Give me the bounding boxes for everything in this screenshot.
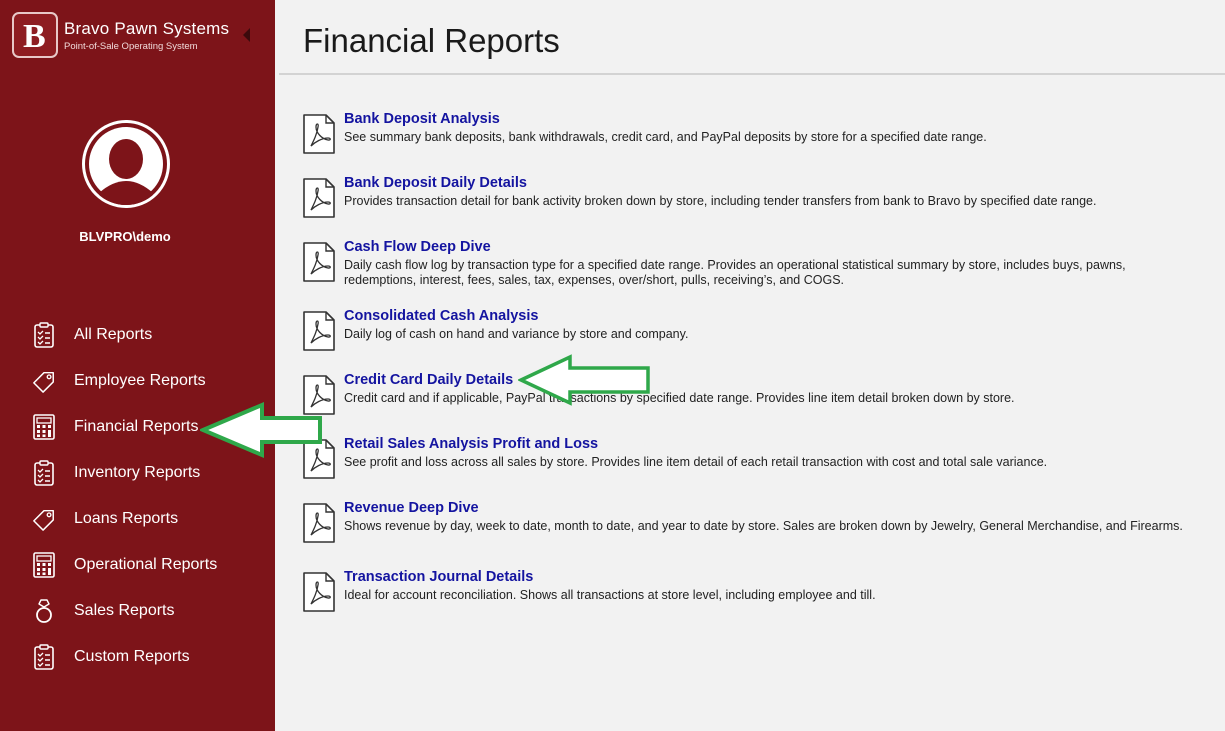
sidebar-nav: All Reports Employee Reports Financial R… [0, 312, 275, 680]
report-description: See profit and loss across all sales by … [344, 455, 1048, 469]
sidebar-item-all-reports[interactable]: All Reports [0, 312, 275, 358]
pdf-file-icon[interactable] [303, 178, 335, 218]
brand-name: Bravo Pawn Systems [64, 18, 230, 38]
report-link-retail-sales-analysis[interactable]: Retail Sales Analysis Profit and Loss [344, 436, 598, 452]
pdf-file-icon[interactable] [303, 503, 335, 543]
main-content: Financial Reports Bank Deposit Analysis … [275, 0, 1225, 731]
pdf-file-icon[interactable] [303, 114, 335, 154]
sidebar-item-label: Employee Reports [74, 372, 206, 389]
page-title: Financial Reports [303, 22, 560, 59]
sidebar-item-employee-reports[interactable]: Employee Reports [0, 358, 275, 404]
sidebar-item-label: Inventory Reports [74, 464, 201, 481]
sidebar: B Bravo Pawn Systems Point-of-Sale Opera… [0, 0, 275, 731]
report-description: Daily cash flow log by transaction type … [344, 258, 1126, 287]
username: BLVPRO\demo [79, 229, 171, 244]
report-description: Credit card and if applicable, PayPal tr… [344, 391, 1015, 405]
report-link-consolidated-cash-analysis[interactable]: Consolidated Cash Analysis [344, 308, 538, 324]
brand[interactable]: B Bravo Pawn Systems Point-of-Sale Opera… [12, 12, 229, 58]
user-silhouette-icon [89, 127, 163, 205]
calculator-icon [32, 552, 56, 578]
brand-subtitle: Point-of-Sale Operating System [64, 40, 198, 52]
clipboard-list-icon [32, 460, 56, 486]
sidebar-item-sales-reports[interactable]: Sales Reports [0, 588, 275, 634]
brand-logo: B [12, 12, 58, 58]
report-link-bank-deposit-daily-details[interactable]: Bank Deposit Daily Details [344, 175, 527, 191]
sidebar-item-loans-reports[interactable]: Loans Reports [0, 496, 275, 542]
annotation-arrow-icon [518, 354, 650, 406]
pdf-file-icon[interactable] [303, 572, 335, 612]
b-logo-icon: B [23, 18, 46, 52]
report-description: Shows revenue by day, week to date, mont… [344, 519, 1183, 533]
report-link-bank-deposit-analysis[interactable]: Bank Deposit Analysis [344, 111, 500, 127]
avatar[interactable] [82, 120, 170, 208]
sidebar-item-label: Sales Reports [74, 602, 175, 619]
pdf-file-icon[interactable] [303, 311, 335, 351]
report-link-credit-card-daily-details[interactable]: Credit Card Daily Details [344, 372, 513, 388]
calculator-icon [32, 414, 56, 440]
sidebar-item-label: Financial Reports [74, 418, 199, 435]
sidebar-item-label: All Reports [74, 326, 153, 343]
clipboard-list-icon [32, 644, 56, 670]
sidebar-item-label: Custom Reports [74, 648, 190, 665]
title-divider [279, 73, 1225, 75]
sidebar-item-label: Loans Reports [74, 510, 179, 527]
sidebar-item-label: Operational Reports [74, 556, 218, 573]
clipboard-list-icon [32, 322, 56, 348]
report-link-transaction-journal-details[interactable]: Transaction Journal Details [344, 569, 533, 585]
tag-icon [32, 368, 56, 394]
report-link-cash-flow-deep-dive[interactable]: Cash Flow Deep Dive [344, 239, 491, 255]
tag-icon [32, 506, 56, 532]
sidebar-item-operational-reports[interactable]: Operational Reports [0, 542, 275, 588]
collapse-sidebar-icon[interactable] [243, 28, 250, 42]
pdf-file-icon[interactable] [303, 242, 335, 282]
report-description: See summary bank deposits, bank withdraw… [344, 130, 987, 144]
ring-icon [32, 598, 56, 624]
report-description: Ideal for account reconciliation. Shows … [344, 588, 876, 602]
report-description: Provides transaction detail for bank act… [344, 194, 1097, 208]
sidebar-item-custom-reports[interactable]: Custom Reports [0, 634, 275, 680]
annotation-arrow-icon [200, 402, 322, 458]
report-description: Daily log of cash on hand and variance b… [344, 327, 689, 341]
report-link-revenue-deep-dive[interactable]: Revenue Deep Dive [344, 500, 479, 516]
logo-letter: B [23, 18, 46, 52]
